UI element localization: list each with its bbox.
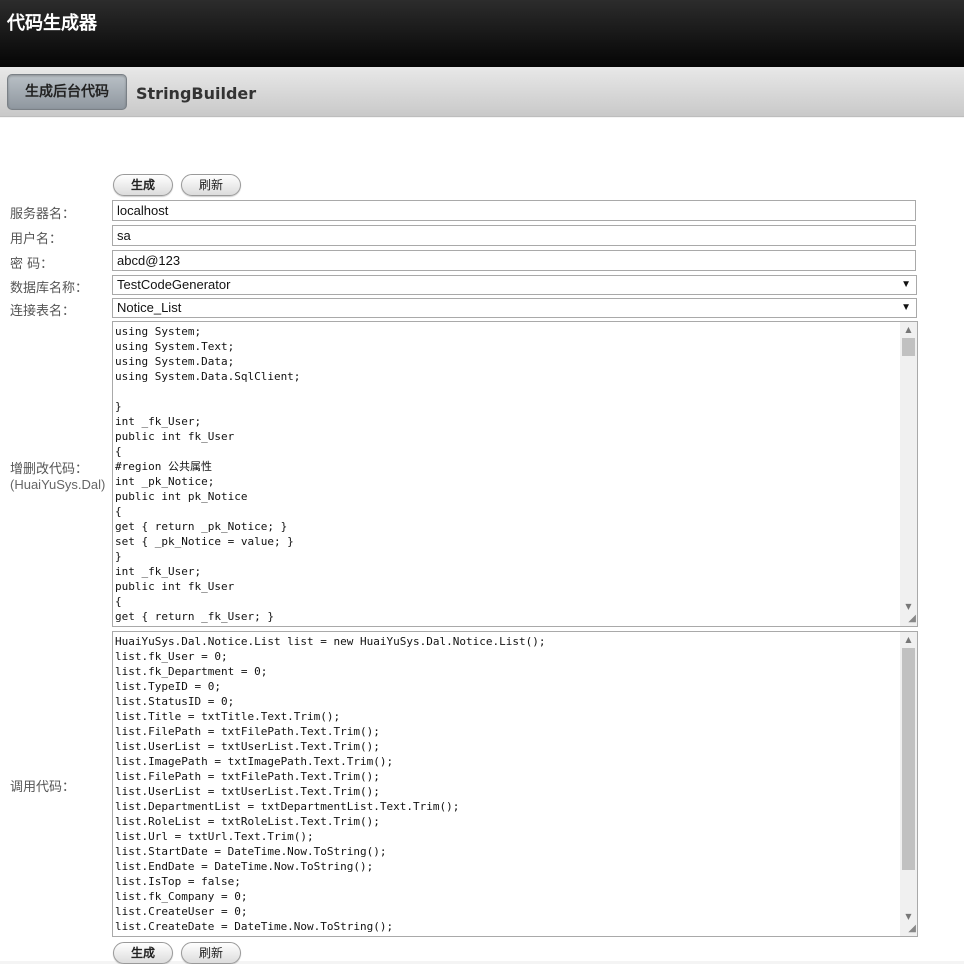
password-input[interactable]: abcd@123	[112, 250, 916, 271]
code-line: list.StatusID = 0;	[115, 695, 235, 708]
code-line: public int pk_Notice	[115, 490, 248, 503]
call-code-scrollbar[interactable]: ▲ ▼	[900, 632, 917, 936]
refresh-button-top[interactable]: 刷新	[181, 174, 241, 196]
table-select-value: Notice_List	[117, 300, 182, 315]
code-line: list.RoleList = txtRoleList.Text.Trim();	[115, 815, 380, 828]
code-line: list.ImagePath = txtImagePath.Text.Trim(…	[115, 755, 394, 768]
code-line: list.TypeID = 0;	[115, 680, 221, 693]
resize-grip-icon[interactable]: ◢	[905, 614, 916, 625]
code-line: using System;	[115, 325, 202, 338]
code-line: list.Title = txtTitle.Text.Trim();	[115, 710, 341, 723]
crud-code-label: 增删改代码： (HuaiYuSys.Dal)	[10, 458, 105, 492]
app-title: 代码生成器	[7, 13, 97, 34]
call-code-textarea[interactable]: HuaiYuSys.Dal.Notice.List list = new Hua…	[112, 631, 918, 937]
crud-code-scrollbar[interactable]: ▲ ▼	[900, 322, 917, 626]
password-label: 密 码：	[10, 257, 54, 272]
call-code-label: 调用代码：	[10, 780, 76, 795]
code-line: using System.Data;	[115, 355, 235, 368]
code-line: get { return _pk_Notice; }	[115, 520, 288, 533]
code-line: list.fk_Department = 0;	[115, 665, 268, 678]
code-line: get { return _fk_User; }	[115, 610, 274, 623]
code-line: HuaiYuSys.Dal.Notice.List list = new Hua…	[115, 635, 546, 648]
code-line: list.fk_User = 0;	[115, 650, 228, 663]
main-content: 生成 刷新 服务器名： localhost 用户名： sa 密 码： abcd@…	[0, 118, 964, 964]
code-line: list.UserList = txtUserList.Text.Trim();	[115, 740, 380, 753]
table-select[interactable]: Notice_List ▼	[112, 298, 917, 318]
code-line: {	[115, 445, 122, 458]
code-line: using System.Text;	[115, 340, 235, 353]
scroll-up-icon[interactable]: ▲	[900, 632, 917, 647]
chevron-down-icon: ▼	[901, 279, 911, 290]
scroll-down-icon[interactable]: ▼	[900, 909, 917, 924]
code-line: list.EndDate = DateTime.Now.ToString();	[115, 860, 374, 873]
resize-grip-icon[interactable]: ◢	[905, 924, 916, 935]
code-line: #region 公共属性	[115, 460, 212, 473]
scroll-thumb[interactable]	[902, 338, 915, 356]
chevron-down-icon: ▼	[901, 302, 911, 313]
code-line: list.FilePath = txtFilePath.Text.Trim();	[115, 725, 380, 738]
code-line: list.FilePath = txtFilePath.Text.Trim();	[115, 770, 380, 783]
code-line: public int fk_User	[115, 580, 235, 593]
tab-bar: 生成后台代码 StringBuilder	[0, 67, 964, 117]
code-line: set { _pk_Notice = value; }	[115, 535, 294, 548]
code-line: int _fk_User;	[115, 415, 202, 428]
code-line: {	[115, 595, 122, 608]
app-header: 代码生成器	[0, 0, 964, 67]
code-line: list.UserList = txtUserList.Text.Trim();	[115, 785, 380, 798]
code-line: list.StartDate = DateTime.Now.ToString()…	[115, 845, 387, 858]
code-line: int _pk_Notice;	[115, 475, 215, 488]
code-line: public int fk_User	[115, 430, 235, 443]
crud-code-textarea[interactable]: using System; using System.Text; using Sys…	[112, 321, 918, 627]
call-code-content: HuaiYuSys.Dal.Notice.List list = new Hua…	[115, 634, 899, 934]
crud-code-content: using System; using System.Text; using Sys…	[115, 324, 899, 624]
scroll-up-icon[interactable]: ▲	[900, 322, 917, 337]
database-label: 数据库名称：	[10, 281, 89, 296]
code-line: list.CreateDate = DateTime.Now.ToString(…	[115, 920, 394, 933]
database-select-value: TestCodeGenerator	[117, 277, 231, 292]
code-line: int _fk_User;	[115, 565, 202, 578]
code-line: list.IsTop = false;	[115, 875, 241, 888]
code-line: list.fk_Company = 0;	[115, 890, 248, 903]
code-line: list.CreateUser = 0;	[115, 905, 248, 918]
scroll-thumb[interactable]	[902, 648, 915, 870]
table-label: 连接表名：	[10, 304, 76, 319]
code-line: {	[115, 505, 122, 518]
server-input[interactable]: localhost	[112, 200, 916, 221]
code-line: list.DepartmentList = txtDepartmentList.…	[115, 800, 460, 813]
code-line: }	[115, 400, 122, 413]
crud-code-label-text: 增删改代码：	[10, 462, 89, 477]
username-input[interactable]: sa	[112, 225, 916, 246]
code-line: using System.Data.SqlClient;	[115, 370, 301, 383]
tab-stringbuilder[interactable]: StringBuilder	[136, 84, 256, 103]
code-line: list.Url = txtUrl.Text.Trim();	[115, 830, 314, 843]
code-line: }	[115, 550, 122, 563]
scroll-down-icon[interactable]: ▼	[900, 599, 917, 614]
username-label: 用户名：	[10, 232, 63, 247]
database-select[interactable]: TestCodeGenerator ▼	[112, 275, 917, 295]
crud-code-sublabel: (HuaiYuSys.Dal)	[10, 477, 106, 492]
generate-button-top[interactable]: 生成	[113, 174, 173, 196]
tab-generate-backend-code[interactable]: 生成后台代码	[7, 74, 127, 110]
server-label: 服务器名：	[10, 207, 76, 222]
